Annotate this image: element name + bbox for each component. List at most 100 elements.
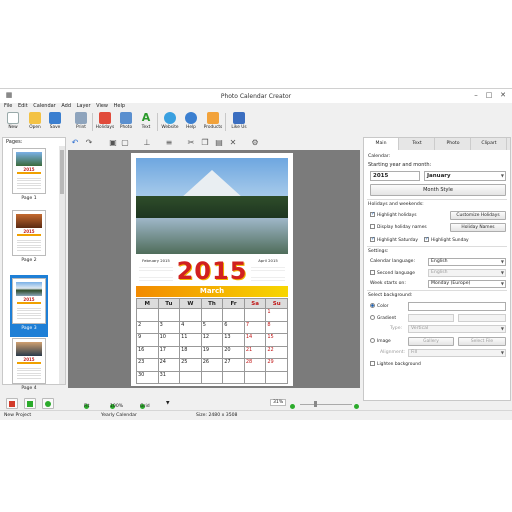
save-button[interactable]: Save bbox=[44, 111, 66, 133]
calendar-page[interactable]: February 2015 2015 April 2015 March M Tu W… bbox=[131, 153, 293, 386]
day-cell[interactable]: 24 bbox=[157, 358, 181, 372]
calendar-photo[interactable] bbox=[136, 158, 288, 254]
zoom-slider-handle[interactable] bbox=[314, 401, 317, 407]
day-cell[interactable]: 28 bbox=[243, 358, 267, 372]
redo-icon[interactable]: ↷ bbox=[84, 138, 94, 148]
day-cell[interactable]: 1 bbox=[265, 308, 288, 322]
gradient-radio[interactable]: Gradient bbox=[370, 315, 396, 322]
new-button[interactable]: New bbox=[2, 111, 24, 133]
customize-holidays-button[interactable]: Customize Holidays bbox=[450, 211, 506, 220]
month-style-button[interactable]: Month Style bbox=[370, 184, 506, 196]
start-year-field[interactable]: 2015 bbox=[370, 171, 420, 181]
paste-icon[interactable]: ▤ bbox=[214, 138, 224, 148]
tab-text[interactable]: Text bbox=[400, 138, 435, 150]
page-thumbnail-1[interactable]: 2015 bbox=[12, 148, 46, 194]
day-cell[interactable]: 10 bbox=[157, 333, 181, 347]
day-cell[interactable] bbox=[136, 308, 159, 322]
day-cell[interactable]: 7 bbox=[243, 320, 267, 334]
alignment-select[interactable]: Fill ▼ bbox=[408, 349, 506, 357]
day-cell[interactable]: 11 bbox=[179, 333, 202, 347]
day-cell[interactable]: 20 bbox=[222, 345, 245, 359]
settings-icon[interactable]: ⚙ bbox=[250, 138, 260, 148]
day-cell[interactable]: 15 bbox=[265, 333, 288, 347]
pages-scrollbar[interactable] bbox=[59, 146, 65, 384]
month-grid[interactable]: M Tu W Th Fr Sa Su 1 2 3 4 5 6 7 8 9 10 11 12 13 14 15 16 17 18… bbox=[136, 298, 288, 384]
day-cell[interactable] bbox=[179, 308, 202, 322]
align-icon[interactable]: ⊥ bbox=[142, 138, 152, 148]
highlight-holidays-checkbox[interactable]: ✓ Highlight holidays bbox=[370, 212, 417, 219]
send-back-icon[interactable]: ▢ bbox=[120, 138, 130, 148]
holidays-button[interactable]: Holidays bbox=[94, 111, 116, 133]
bring-front-icon[interactable]: ▣ bbox=[108, 138, 118, 148]
help-button[interactable]: Help bbox=[180, 111, 202, 133]
day-cell[interactable]: 22 bbox=[265, 345, 288, 359]
add-page-button[interactable] bbox=[24, 398, 36, 409]
print-button[interactable]: Print bbox=[70, 111, 92, 133]
tab-main[interactable]: Main bbox=[364, 138, 399, 150]
like-us-button[interactable]: Like Us bbox=[228, 111, 250, 133]
holiday-names-button[interactable]: Holiday Names bbox=[450, 223, 506, 232]
day-cell[interactable] bbox=[265, 370, 288, 384]
month-title-bar[interactable]: March bbox=[136, 286, 288, 297]
day-cell[interactable]: 14 bbox=[243, 333, 267, 347]
day-cell[interactable]: 19 bbox=[200, 345, 224, 359]
day-cell[interactable]: 8 bbox=[265, 320, 288, 334]
photo-button[interactable]: Photo bbox=[115, 111, 137, 133]
page-thumbnail-4[interactable]: 2015 bbox=[12, 338, 46, 384]
day-cell[interactable]: 6 bbox=[222, 320, 245, 334]
page-thumbnail-3[interactable]: 2015 bbox=[12, 278, 46, 324]
select-file-button[interactable]: Select File bbox=[458, 337, 506, 346]
day-cell[interactable] bbox=[243, 308, 267, 322]
calendar-year[interactable]: 2015 bbox=[171, 257, 253, 285]
day-cell[interactable]: 27 bbox=[222, 358, 245, 372]
day-cell[interactable] bbox=[200, 308, 224, 322]
day-cell[interactable]: 31 bbox=[157, 370, 181, 384]
copy-icon[interactable]: ❐ bbox=[200, 138, 210, 148]
day-cell[interactable] bbox=[157, 308, 181, 322]
text-button[interactable]: A Text bbox=[135, 111, 157, 133]
distribute-icon[interactable]: ≡ bbox=[164, 138, 174, 148]
color-radio[interactable]: Color bbox=[370, 303, 388, 310]
undo-icon[interactable]: ↶ bbox=[70, 138, 80, 148]
delete-page-button[interactable] bbox=[6, 398, 18, 409]
delete-icon[interactable]: ✕ bbox=[228, 138, 238, 148]
day-cell[interactable]: 13 bbox=[222, 333, 245, 347]
products-button[interactable]: Products bbox=[202, 111, 224, 133]
day-cell[interactable]: 30 bbox=[136, 370, 159, 384]
zoom-field[interactable]: 31% bbox=[270, 399, 287, 406]
day-cell[interactable]: 2 bbox=[136, 320, 159, 334]
week-starts-select[interactable]: Monday (Europe) ▼ bbox=[428, 280, 506, 288]
zoom-slider[interactable] bbox=[300, 404, 352, 405]
day-cell[interactable]: 21 bbox=[243, 345, 267, 359]
day-cell[interactable] bbox=[222, 308, 245, 322]
page-thumbnail-2[interactable]: 2015 bbox=[12, 210, 46, 256]
day-cell[interactable] bbox=[222, 370, 245, 384]
second-language-select[interactable]: English ▼ bbox=[428, 269, 506, 277]
day-cell[interactable] bbox=[243, 370, 267, 384]
menu-help[interactable]: Help bbox=[114, 103, 125, 109]
day-cell[interactable]: 16 bbox=[136, 345, 159, 359]
menu-add[interactable]: Add bbox=[61, 103, 71, 109]
day-cell[interactable]: 9 bbox=[136, 333, 159, 347]
day-cell[interactable]: 4 bbox=[179, 320, 202, 334]
display-holiday-names-checkbox[interactable]: Display holiday names bbox=[370, 224, 427, 231]
menu-view[interactable]: View bbox=[96, 103, 108, 109]
day-cell[interactable]: 3 bbox=[157, 320, 181, 334]
page-settings-button[interactable] bbox=[42, 398, 54, 409]
day-cell[interactable] bbox=[200, 370, 224, 384]
day-cell[interactable]: 23 bbox=[136, 358, 159, 372]
pages-scroll-thumb[interactable] bbox=[60, 150, 64, 194]
cut-icon[interactable]: ✂ bbox=[186, 138, 196, 148]
gradient-color-1[interactable] bbox=[408, 314, 454, 322]
menu-file[interactable]: File bbox=[4, 103, 12, 109]
website-button[interactable]: Website bbox=[159, 111, 181, 133]
day-cell[interactable]: 17 bbox=[157, 345, 181, 359]
day-cell[interactable]: 25 bbox=[179, 358, 202, 372]
second-language-checkbox[interactable]: Second language bbox=[370, 270, 415, 277]
tab-clipart[interactable]: Clipart bbox=[472, 138, 507, 150]
day-cell[interactable]: 12 bbox=[200, 333, 224, 347]
start-month-select[interactable]: January ▼ bbox=[424, 171, 506, 181]
menu-layer[interactable]: Layer bbox=[77, 103, 91, 109]
gradient-type-select[interactable]: Vertical ▼ bbox=[408, 325, 506, 333]
day-cell[interactable]: 18 bbox=[179, 345, 202, 359]
